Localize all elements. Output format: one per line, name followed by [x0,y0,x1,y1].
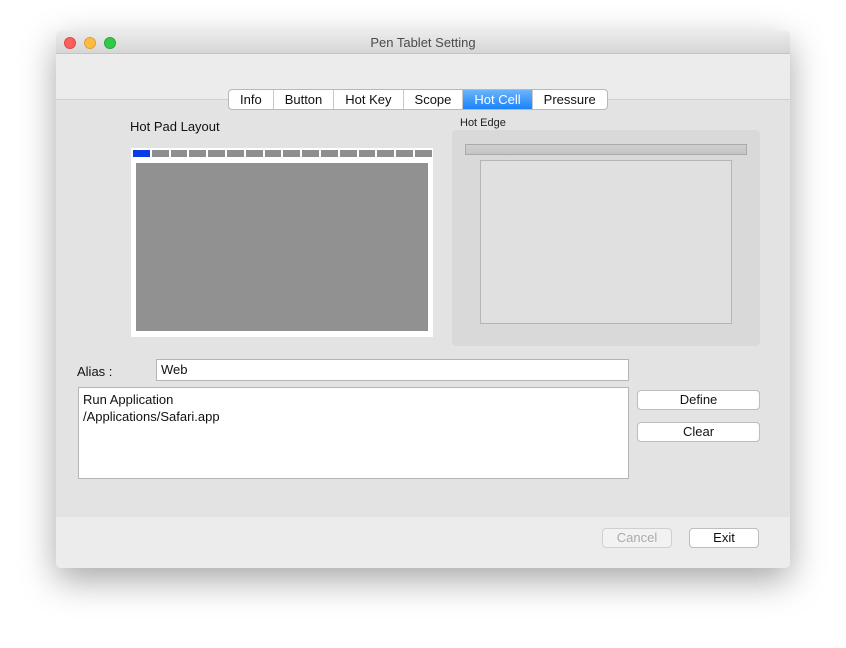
hot-pad-area[interactable] [136,163,428,331]
cancel-button[interactable]: Cancel [602,528,672,548]
pen-tablet-window: Pen Tablet Setting Info Button Hot Key S… [56,31,790,568]
hot-cell-6[interactable] [226,150,244,157]
hot-cell-12[interactable] [339,150,357,157]
tab-hot-key[interactable]: Hot Key [334,90,404,109]
hot-cell-13[interactable] [358,150,376,157]
action-textarea[interactable]: Run Application /Applications/Safari.app [78,387,629,479]
tab-scope[interactable]: Scope [404,90,464,109]
zoom-icon[interactable] [104,37,116,49]
tab-bar: Info Button Hot Key Scope Hot Cell Press… [228,89,608,110]
hot-edge-area[interactable] [480,160,732,324]
hot-cell-9[interactable] [283,150,301,157]
hot-cell-3[interactable] [170,150,188,157]
hot-cell-5[interactable] [208,150,225,157]
window-title: Pen Tablet Setting [370,35,476,50]
alias-label: Alias : [77,364,113,379]
action-type: Run Application [83,392,174,407]
alias-input[interactable]: Web [156,359,629,381]
tab-button[interactable]: Button [274,90,335,109]
hot-cell-14[interactable] [377,150,395,157]
hot-pad-layout [131,148,433,337]
hot-cell-1[interactable] [133,150,150,157]
title-bar: Pen Tablet Setting [56,31,790,54]
hot-cell-11[interactable] [320,150,338,157]
minimize-icon[interactable] [84,37,96,49]
hot-cell-10[interactable] [302,150,319,157]
define-button[interactable]: Define [637,390,760,410]
tab-hot-cell[interactable]: Hot Cell [463,90,533,109]
exit-button[interactable]: Exit [689,528,759,548]
hot-edge-bar[interactable] [465,144,747,155]
hot-cell-row [133,150,432,157]
hot-cell-7[interactable] [245,150,263,157]
hot-cell-2[interactable] [151,150,169,157]
hot-cell-16[interactable] [414,150,432,157]
close-icon[interactable] [64,37,76,49]
action-path: /Applications/Safari.app [83,409,220,424]
clear-button[interactable]: Clear [637,422,760,442]
hot-pad-layout-label: Hot Pad Layout [130,119,220,134]
hot-edge-panel [452,130,760,346]
hot-cell-8[interactable] [264,150,282,157]
hot-cell-15[interactable] [396,150,413,157]
hot-edge-label: Hot Edge [460,117,506,129]
hot-cell-4[interactable] [189,150,207,157]
bottom-bar: Cancel Exit [56,517,790,568]
tab-pressure[interactable]: Pressure [533,90,607,109]
tab-info[interactable]: Info [229,90,274,109]
